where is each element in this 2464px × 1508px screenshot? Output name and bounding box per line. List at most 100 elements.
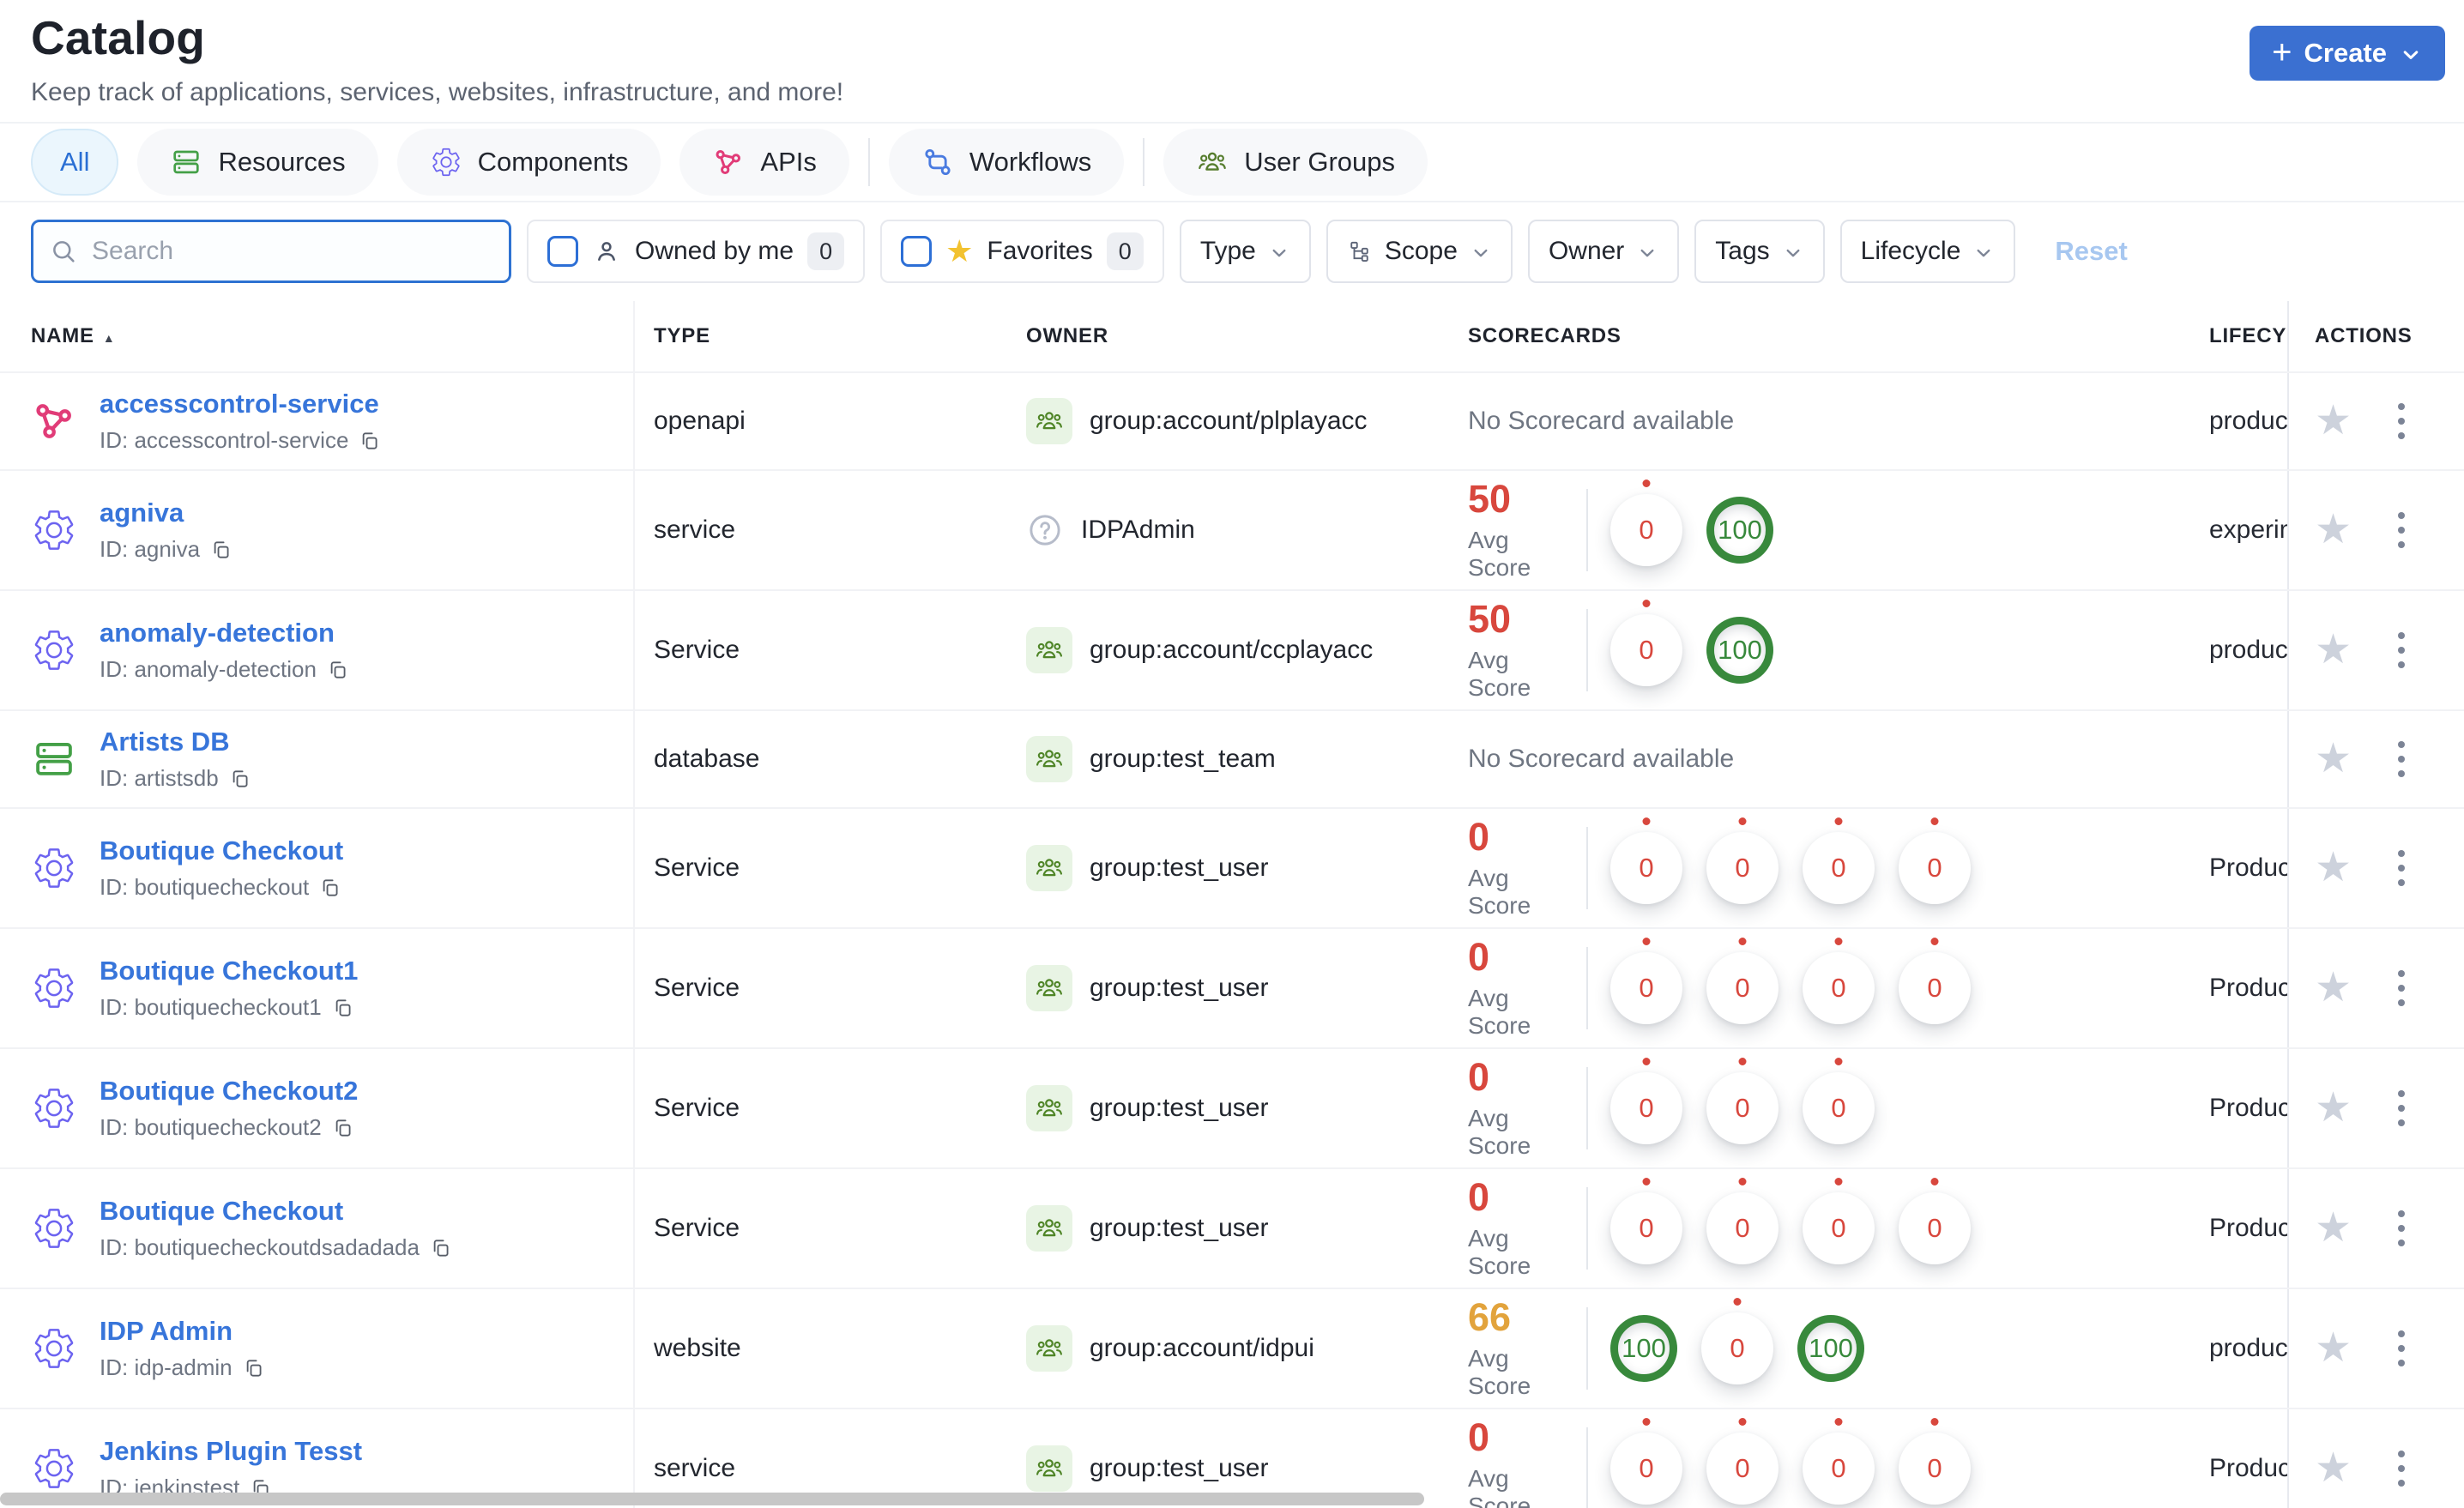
copy-icon[interactable] <box>359 430 381 452</box>
entity-name-link[interactable]: Boutique Checkout1 <box>100 956 358 986</box>
entity-name-link[interactable]: Artists DB <box>100 727 251 757</box>
kebab-menu-icon[interactable] <box>2395 1087 2408 1130</box>
entity-name-link[interactable]: accesscontrol-service <box>100 389 381 419</box>
scorecard-circles: 100 0 100 <box>1610 1312 1864 1384</box>
chevron-down-icon <box>2399 43 2423 67</box>
kebab-menu-icon[interactable] <box>2395 967 2408 1010</box>
scorecard-circles: 000 <box>1610 1072 1875 1144</box>
lifecycle-cell: Production <box>2209 854 2287 882</box>
copy-icon[interactable] <box>332 1117 354 1139</box>
name-block: Boutique Checkout ID: boutiquecheckoutdsa… <box>100 1196 452 1261</box>
gear-icon <box>31 1325 77 1372</box>
entity-name-link[interactable]: Boutique Checkout2 <box>100 1076 358 1107</box>
gear-icon <box>31 965 77 1011</box>
scorecard-circles: 0 100 <box>1610 494 1773 566</box>
copy-icon[interactable] <box>210 539 233 561</box>
filter-dropdown-type[interactable]: Type <box>1179 220 1311 283</box>
column-header-name[interactable]: NAME <box>31 301 635 371</box>
owner-label: IDPAdmin <box>1081 516 1195 544</box>
actions-cell <box>2287 373 2464 469</box>
entity-name-link[interactable]: IDP Admin <box>100 1316 265 1347</box>
kebab-menu-icon[interactable] <box>2395 1447 2408 1490</box>
type-cell: Service <box>654 974 740 1002</box>
owner-cell: group:test_team <box>1026 736 1463 782</box>
tab-workflows[interactable]: Workflows <box>888 129 1125 196</box>
avg-score-value: 0 <box>1468 814 1490 859</box>
create-button[interactable]: Create <box>2250 26 2445 81</box>
copy-icon[interactable] <box>332 997 354 1019</box>
owner-label: group:test_team <box>1090 745 1276 773</box>
tab-all[interactable]: All <box>31 129 119 196</box>
favorite-star-icon[interactable] <box>2315 1448 2352 1489</box>
scorecard-circles: 0000 <box>1610 1192 1971 1264</box>
column-header-scorecards: SCORECARDS <box>1468 324 1622 347</box>
kebab-menu-icon[interactable] <box>2395 1327 2408 1370</box>
scorecards-cell: 0 Avg Score 0 0 0 0 <box>1463 817 2209 920</box>
copy-icon[interactable] <box>319 877 341 899</box>
favorite-star-icon[interactable] <box>2315 401 2352 442</box>
kebab-menu-icon[interactable] <box>2395 509 2408 552</box>
favorite-star-icon[interactable] <box>2315 510 2352 551</box>
kebab-menu-icon[interactable] <box>2395 738 2408 781</box>
hierarchy-icon <box>1347 238 1373 264</box>
scorecard-divider <box>1586 1427 1588 1508</box>
favorite-star-icon[interactable] <box>2315 847 2352 889</box>
kebab-menu-icon[interactable] <box>2395 400 2408 443</box>
scorecard-circle-zero: 0 <box>1706 1433 1779 1505</box>
copy-icon[interactable] <box>430 1237 452 1259</box>
favorite-star-icon[interactable] <box>2315 968 2352 1009</box>
entity-name-link[interactable]: Boutique Checkout <box>100 1196 452 1227</box>
entity-name-link[interactable]: agniva <box>100 498 233 528</box>
entity-id-label: ID: artistsdb <box>100 765 219 791</box>
name-cell: anomaly-detection ID: anomaly-detection <box>31 591 635 709</box>
lifecycle-cell: Production <box>2209 1214 2287 1242</box>
owner-cell: group:test_user <box>1026 1205 1463 1252</box>
name-block: IDP Admin ID: idp-admin <box>100 1316 265 1381</box>
reset-button[interactable]: Reset <box>2055 236 2127 267</box>
page-subtitle: Keep track of applications, services, we… <box>31 78 844 106</box>
kebab-menu-icon[interactable] <box>2395 629 2408 672</box>
copy-icon[interactable] <box>229 768 251 790</box>
entity-name-link[interactable]: Boutique Checkout <box>100 835 343 866</box>
tab-apis[interactable]: APIs <box>679 129 849 196</box>
favorite-star-icon[interactable] <box>2315 630 2352 671</box>
search-input[interactable] <box>90 236 493 267</box>
owned-by-me-filter[interactable]: Owned by me 0 <box>527 220 866 283</box>
entity-id: ID: accesscontrol-service <box>100 427 381 454</box>
copy-icon[interactable] <box>327 659 349 681</box>
tab-resources[interactable]: Resources <box>137 129 378 196</box>
favorite-star-icon[interactable] <box>2315 1088 2352 1129</box>
favorites-filter[interactable]: Favorites 0 <box>880 220 1164 283</box>
kebab-menu-icon[interactable] <box>2395 847 2408 890</box>
entity-name-link[interactable]: Jenkins Plugin Tesst <box>100 1436 362 1467</box>
avg-score-value: 0 <box>1468 1054 1490 1099</box>
kebab-menu-icon[interactable] <box>2395 1207 2408 1250</box>
chevron-down-icon <box>1470 242 1492 264</box>
horizontal-scrollbar-thumb[interactable] <box>0 1493 1424 1505</box>
filter-dropdown-tags[interactable]: Tags <box>1694 220 1825 283</box>
owner-group-badge-icon <box>1026 736 1072 782</box>
filter-dropdown-owner[interactable]: Owner <box>1527 220 1680 283</box>
favorite-star-icon[interactable] <box>2315 1328 2352 1369</box>
column-header-type: TYPE <box>654 324 710 347</box>
lifecycle-cell: Production <box>2209 1454 2287 1482</box>
tab-components[interactable]: Components <box>396 129 661 196</box>
avg-score-value: 50 <box>1468 596 1512 641</box>
favorites-checkbox[interactable] <box>901 236 933 267</box>
name-block: anomaly-detection ID: anomaly-detection <box>100 618 349 683</box>
scorecards-cell: 0 Avg Score 0 0 0 <box>1463 1058 2209 1160</box>
favorite-star-icon[interactable] <box>2315 739 2352 780</box>
owned-by-me-checkbox[interactable] <box>547 236 578 267</box>
entity-name-link[interactable]: anomaly-detection <box>100 618 349 648</box>
entity-id-label: ID: idp-admin <box>100 1354 233 1380</box>
filter-dropdown-lifecycle[interactable]: Lifecycle <box>1839 220 2016 283</box>
copy-icon[interactable] <box>243 1357 265 1379</box>
search-icon <box>49 237 78 266</box>
owner-cell: group:account/ccplayacc <box>1026 627 1463 673</box>
filter-dropdown-scope[interactable]: Scope <box>1326 220 1513 283</box>
scorecard-circle-zero: 0 <box>1610 1072 1682 1144</box>
tab-user-groups[interactable]: User Groups <box>1163 129 1428 196</box>
scorecards-cell: 50 Avg Score 0 100 <box>1463 480 2209 582</box>
favorite-star-icon[interactable] <box>2315 1208 2352 1249</box>
avg-score-label: Avg Score <box>1468 526 1531 581</box>
